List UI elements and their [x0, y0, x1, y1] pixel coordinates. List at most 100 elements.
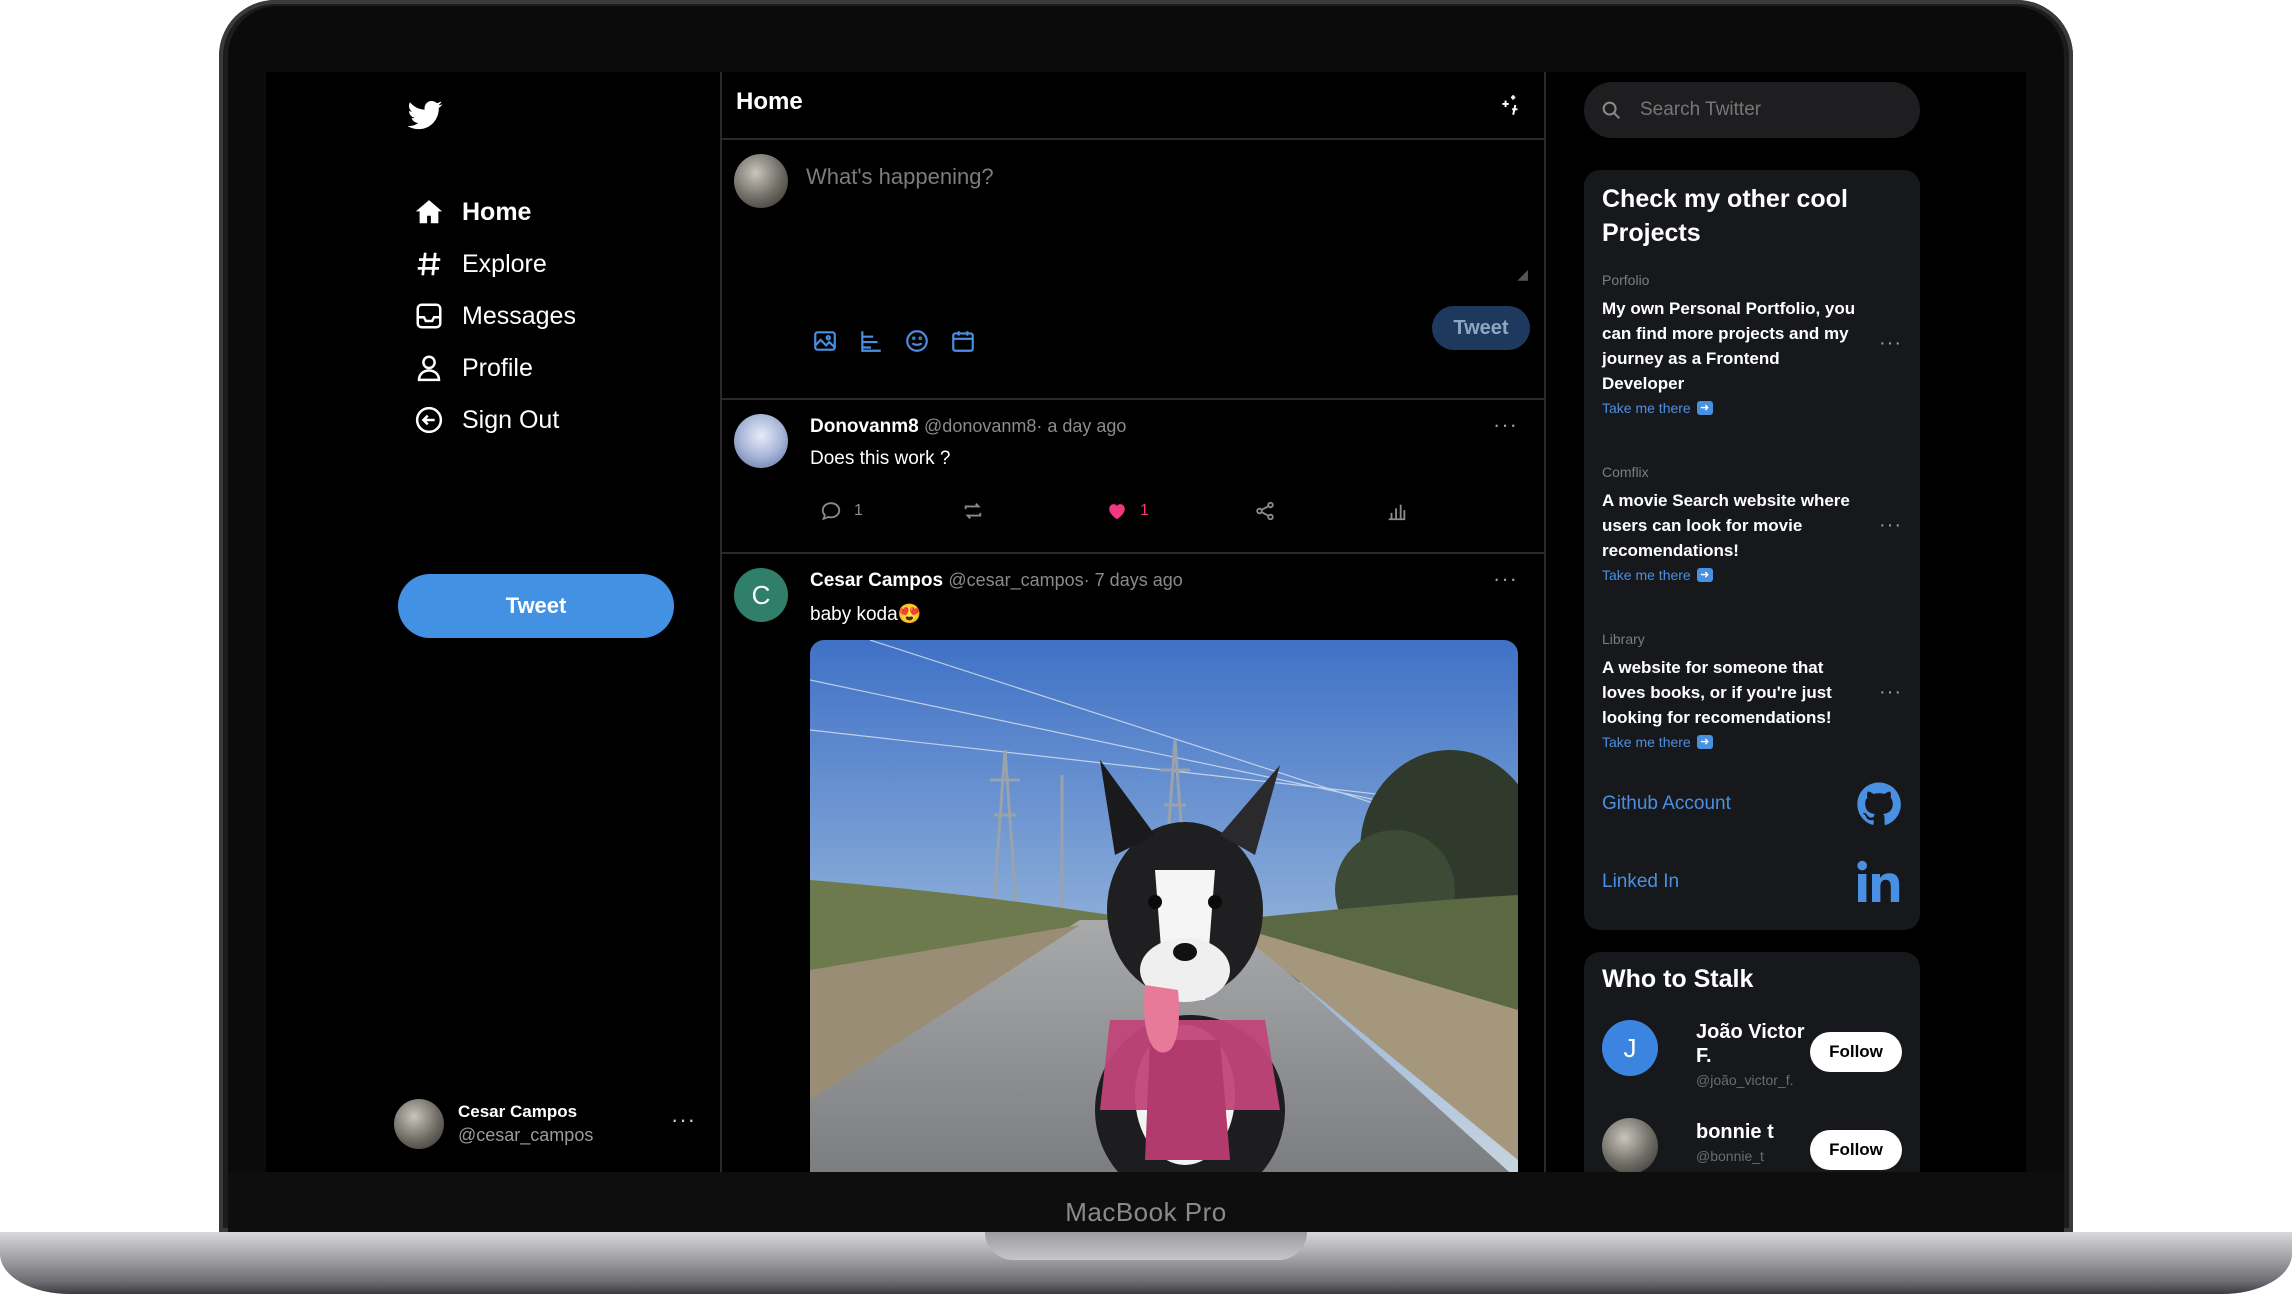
share-icon	[1256, 501, 1274, 521]
search-icon	[1602, 101, 1620, 119]
tweet-author[interactable]: Cesar Campos	[810, 570, 943, 591]
account-name: Cesar Campos	[458, 1102, 578, 1121]
sparkle-icon[interactable]	[1498, 92, 1524, 118]
linkedin-label: Linked In	[1602, 871, 1680, 892]
resize-handle-icon[interactable]: ◢	[1517, 266, 1528, 283]
nav-item-sign-out[interactable]: Sign Out	[414, 395, 559, 445]
page-title: Home	[736, 88, 803, 115]
analytics-button[interactable]	[1386, 500, 1420, 522]
nav-item-messages[interactable]: Messages	[414, 291, 576, 341]
poll-icon[interactable]	[858, 328, 884, 354]
project-link[interactable]: Take me there ➜	[1602, 734, 1902, 750]
project-item: Library A website for someone that loves…	[1602, 631, 1902, 750]
tweet-author[interactable]: Donovanm8	[810, 416, 919, 437]
user-icon	[417, 355, 441, 382]
projects-title: Check my other cool Projects	[1602, 185, 1848, 247]
project-item: Comflix A movie Search website where use…	[1602, 464, 1902, 583]
avatar: J	[1602, 1020, 1658, 1076]
project-description: My own Personal Portfolio, you can find …	[1602, 299, 1856, 393]
linkedin-link[interactable]: Linked In	[1602, 854, 1902, 910]
share-button[interactable]	[1254, 500, 1288, 522]
project-link[interactable]: Take me there ➜	[1602, 400, 1902, 416]
home-icon	[415, 200, 443, 224]
github-icon	[1857, 782, 1901, 825]
reply-button[interactable]: 1	[820, 500, 863, 522]
project-link-label: Take me there	[1602, 734, 1691, 750]
retweet-icon	[964, 503, 982, 519]
more-icon[interactable]: ···	[1879, 514, 1902, 537]
twitter-logo-icon[interactable]	[406, 97, 444, 135]
search-bar[interactable]	[1584, 82, 1920, 138]
reply-icon	[821, 502, 841, 521]
nav-item-explore[interactable]: Explore	[414, 239, 547, 289]
who-to-stalk-card: Who to Stalk J João Victor F. @joão_vict…	[1584, 952, 1920, 1172]
nav-item-home[interactable]: Home	[414, 187, 531, 237]
right-sidebar: Check my other cool Projects Porfolio My…	[1584, 72, 2026, 1172]
like-count: 1	[1140, 502, 1149, 519]
search-input[interactable]	[1638, 98, 1902, 122]
suggestion-handle: @bonnie_t	[1696, 1148, 1764, 1164]
analytics-icon	[1388, 504, 1406, 521]
github-label: Github Account	[1602, 793, 1731, 814]
nav-item-label: Home	[462, 197, 532, 226]
project-description: A movie Search website where users can l…	[1602, 491, 1850, 560]
projects-card: Check my other cool Projects Porfolio My…	[1584, 170, 1920, 930]
follow-button[interactable]: Follow	[1810, 1032, 1902, 1072]
tweet[interactable]: Donovanm8 @donovanm8· a day ago Does thi…	[722, 400, 1544, 554]
project-link[interactable]: Take me there ➜	[1602, 567, 1902, 583]
emoji-icon[interactable]	[904, 328, 930, 354]
left-nav: Home Explore Messages Profile Sign Out T…	[266, 72, 720, 1172]
schedule-icon[interactable]	[950, 328, 976, 354]
inbox-icon	[416, 303, 442, 329]
sign-out-icon	[415, 406, 443, 434]
nav-item-label: Sign Out	[462, 405, 560, 434]
account-switcher[interactable]: Cesar Campos @cesar_campos ···	[394, 1097, 696, 1151]
tweet-time: · 7 days ago	[1083, 570, 1183, 590]
more-icon[interactable]: ···	[1493, 566, 1518, 592]
reply-count: 1	[854, 502, 863, 519]
suggestion-item: bonnie t @bonnie_t Follow	[1602, 1118, 1902, 1172]
compose-tweet-button[interactable]: Tweet	[1432, 306, 1530, 350]
like-button[interactable]: 1	[1106, 500, 1149, 522]
more-icon[interactable]: ···	[1879, 681, 1902, 704]
tweet[interactable]: C Cesar Campos @cesar_campos· 7 days ago…	[722, 554, 1544, 1172]
screen: Home Explore Messages Profile Sign Out T…	[266, 72, 2026, 1172]
project-category: Library	[1602, 631, 1645, 647]
avatar	[394, 1099, 444, 1149]
account-handle: @cesar_campos	[458, 1125, 594, 1145]
arrow-right-icon: ➜	[1696, 401, 1713, 415]
tweet-composer: What's happening? ◢ Tweet	[722, 140, 1544, 400]
more-icon[interactable]: ···	[1493, 412, 1518, 438]
tweet-text: Does this work ?	[810, 448, 951, 469]
project-link-label: Take me there	[1602, 567, 1691, 583]
nav-item-label: Explore	[462, 249, 547, 278]
retweet-button[interactable]	[962, 500, 996, 522]
project-description: A website for someone that loves books, …	[1602, 658, 1832, 727]
who-to-stalk-title: Who to Stalk	[1602, 965, 1754, 993]
compose-input[interactable]: What's happening?	[806, 164, 994, 190]
avatar	[1602, 1118, 1658, 1172]
more-icon[interactable]: ···	[671, 1107, 696, 1133]
avatar	[734, 414, 788, 468]
feed: Home What's happening? ◢ Tweet Donovanm8…	[720, 72, 1546, 1172]
avatar: C	[734, 568, 788, 622]
tweet-button[interactable]: Tweet	[398, 574, 674, 638]
github-link[interactable]: Github Account	[1602, 776, 1902, 832]
suggestion-name[interactable]: João Victor F.	[1696, 1020, 1816, 1068]
dog-photo	[810, 640, 1518, 1172]
nav-item-profile[interactable]: Profile	[414, 343, 533, 393]
heart-icon	[1109, 504, 1125, 520]
follow-button[interactable]: Follow	[1810, 1130, 1902, 1170]
project-category: Comflix	[1602, 464, 1649, 480]
linkedin-icon	[1857, 860, 1900, 902]
more-icon[interactable]: ···	[1879, 332, 1902, 355]
project-item: Porfolio My own Personal Portfolio, you …	[1602, 272, 1902, 416]
suggestion-name[interactable]: bonnie t	[1696, 1120, 1816, 1144]
composer-toolbar	[812, 328, 976, 354]
tweet-image[interactable]	[810, 640, 1518, 1172]
image-icon[interactable]	[812, 328, 838, 354]
device-label: MacBook Pro	[1065, 1197, 1227, 1227]
tweet-actions: 1 1	[820, 500, 1420, 530]
avatar	[734, 154, 788, 208]
hashtag-icon	[417, 252, 441, 276]
